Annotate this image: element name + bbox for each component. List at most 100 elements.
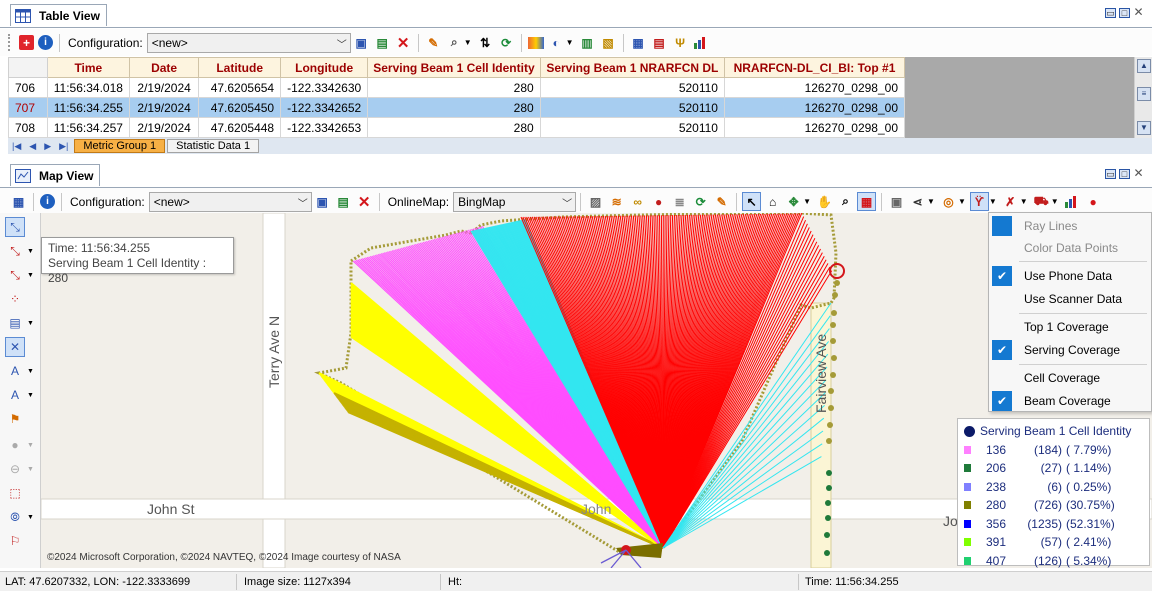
home-icon[interactable]: ⌂ bbox=[764, 193, 781, 210]
table-row-selected[interactable]: 707 11:56:34.255 2/19/2024 47.6205450 -1… bbox=[8, 97, 906, 118]
chevron-down-icon[interactable]: ▼ bbox=[927, 197, 935, 206]
grid-icon[interactable]: ▦ bbox=[630, 34, 647, 51]
side-tool[interactable]: ⬚ bbox=[6, 483, 36, 503]
side-tool[interactable]: ⚐ bbox=[6, 531, 36, 551]
map-pin-icon[interactable]: ● bbox=[1085, 193, 1102, 210]
column-header[interactable]: Time bbox=[46, 57, 130, 78]
add-icon[interactable]: + bbox=[19, 35, 34, 50]
chevron-down-icon[interactable]: ▼ bbox=[566, 38, 574, 47]
save-icon[interactable]: ▣ bbox=[314, 193, 331, 210]
menu-item-ray-lines[interactable]: Ray Lines bbox=[989, 215, 1151, 237]
maximize-button[interactable]: □ bbox=[1119, 8, 1130, 18]
date-cell[interactable]: 2/19/2024 bbox=[128, 117, 200, 138]
nrarfcn-cell[interactable]: 520110 bbox=[539, 97, 725, 118]
first-sheet-icon[interactable]: |◀ bbox=[12, 141, 21, 152]
toolbar-grip[interactable] bbox=[8, 34, 11, 51]
image-icon[interactable]: ▨ bbox=[587, 193, 604, 210]
time-cell[interactable]: 11:56:34.255 bbox=[46, 97, 130, 118]
nrarfcn-cell[interactable]: 520110 bbox=[539, 117, 725, 138]
chevron-down-icon[interactable]: ▼ bbox=[27, 368, 34, 375]
side-tool[interactable]: A ▼ bbox=[6, 385, 36, 405]
chevron-down-icon[interactable]: ▼ bbox=[27, 248, 34, 255]
cell-identity-cell[interactable]: 280 bbox=[367, 77, 541, 98]
column-header[interactable]: Date bbox=[128, 57, 200, 78]
table-row[interactable]: 708 11:56:34.257 2/19/2024 47.6205448 -1… bbox=[8, 117, 906, 138]
refresh-icon[interactable]: ⟳ bbox=[692, 193, 709, 210]
row-number[interactable]: 706 bbox=[8, 77, 48, 98]
table-view-tab[interactable]: Table View bbox=[10, 4, 107, 26]
chevron-down-icon[interactable]: ▼ bbox=[27, 514, 34, 521]
chevron-down-icon[interactable]: ▼ bbox=[1020, 197, 1028, 206]
latitude-cell[interactable]: 47.6205654 bbox=[198, 77, 282, 98]
zoom-search-icon[interactable]: ⌕ bbox=[837, 193, 854, 210]
menu-item-use-phone-data[interactable]: ✔ Use Phone Data bbox=[989, 265, 1151, 287]
side-tool[interactable]: ⦾ ▼ bbox=[6, 507, 36, 527]
chevron-down-icon[interactable]: ▼ bbox=[803, 197, 811, 206]
menu-item-cell-coverage[interactable]: Cell Coverage bbox=[989, 367, 1151, 389]
measure-icon[interactable]: ▣ bbox=[888, 193, 905, 210]
save-icon[interactable]: ▣ bbox=[353, 34, 370, 51]
menu-item-serving-coverage[interactable]: ✔ Serving Coverage bbox=[989, 339, 1151, 361]
time-cell[interactable]: 11:56:34.018 bbox=[46, 77, 130, 98]
sheet-tab-statistic-data[interactable]: Statistic Data 1 bbox=[167, 139, 260, 153]
longitude-cell[interactable]: -122.3342630 bbox=[280, 77, 369, 98]
delete-icon[interactable]: ✕ bbox=[395, 34, 412, 52]
grid-icon[interactable]: ▦ bbox=[10, 193, 27, 210]
top1-cell[interactable]: 126270_0298_00 bbox=[723, 117, 906, 138]
row-number[interactable]: 707 bbox=[8, 97, 48, 118]
import-icon[interactable]: ▧ bbox=[600, 34, 617, 51]
top1-cell[interactable]: 126270_0298_00 bbox=[723, 77, 906, 98]
time-cell[interactable]: 11:56:34.257 bbox=[46, 117, 130, 138]
globe-icon[interactable]: ◐ bbox=[548, 34, 565, 51]
scroll-up-icon[interactable]: ▲ bbox=[1137, 59, 1151, 73]
sheet-tab-metric-group[interactable]: Metric Group 1 bbox=[74, 139, 166, 153]
save-as-icon[interactable]: ▤ bbox=[374, 34, 391, 51]
side-tool[interactable]: ⤡ ▼ bbox=[6, 265, 36, 285]
chevron-down-icon[interactable]: ▼ bbox=[958, 197, 966, 206]
latitude-cell[interactable]: 47.6205448 bbox=[198, 117, 282, 138]
edit-columns-icon[interactable]: ✎ bbox=[425, 34, 442, 51]
table-scrollbar[interactable]: ▲ ≡ ▼ bbox=[1134, 57, 1152, 138]
scroll-thumb[interactable]: ≡ bbox=[1137, 87, 1151, 101]
row-number[interactable]: 708 bbox=[8, 117, 48, 138]
column-header[interactable]: Longitude bbox=[280, 57, 369, 78]
side-tool[interactable]: ⁘ bbox=[6, 289, 36, 309]
online-map-select[interactable]: BingMap ﹀ bbox=[453, 191, 577, 212]
stack-icon[interactable]: ≣ bbox=[671, 193, 688, 210]
sort-icon[interactable]: ⇅ bbox=[477, 34, 494, 51]
bar-chart-icon[interactable] bbox=[693, 34, 710, 51]
nrarfcn-cell[interactable]: 520110 bbox=[539, 77, 725, 98]
latitude-cell[interactable]: 47.6205450 bbox=[198, 97, 282, 118]
column-header[interactable]: NRARFCN-DL_CI_BI: Top #1 bbox=[723, 57, 906, 78]
chevron-down-icon[interactable]: ▼ bbox=[989, 197, 997, 206]
ray-lines-icon[interactable]: ϔ bbox=[969, 192, 989, 211]
chevron-down-icon[interactable]: ▼ bbox=[27, 320, 34, 327]
delete-icon[interactable]: ✕ bbox=[356, 193, 373, 211]
chevron-down-icon[interactable]: ▼ bbox=[27, 272, 34, 279]
chevron-down-icon[interactable]: ▼ bbox=[1051, 197, 1059, 206]
column-header[interactable]: Serving Beam 1 Cell Identity bbox=[367, 57, 541, 78]
row-number-header[interactable] bbox=[8, 57, 48, 78]
info-icon[interactable]: i bbox=[40, 194, 55, 209]
configuration-select[interactable]: <new> ﹀ bbox=[146, 32, 351, 53]
column-header[interactable]: Serving Beam 1 NRARFCN DL bbox=[539, 57, 725, 78]
antenna-icon[interactable]: Ψ bbox=[672, 34, 689, 51]
link-icon[interactable]: ∞ bbox=[629, 193, 646, 210]
scroll-down-icon[interactable]: ▼ bbox=[1137, 121, 1151, 135]
side-tool[interactable]: ⤡ bbox=[5, 217, 36, 237]
edit-icon[interactable]: ✎ bbox=[713, 193, 730, 210]
vehicle-icon[interactable]: ⛟ bbox=[1033, 193, 1050, 210]
side-tool[interactable]: ✕ bbox=[5, 337, 36, 357]
color-map-icon[interactable] bbox=[527, 36, 544, 49]
side-tool[interactable]: ▤ ▼ bbox=[6, 313, 36, 333]
last-sheet-icon[interactable]: ▶| bbox=[59, 141, 68, 152]
table-settings-icon[interactable]: ▤ bbox=[651, 34, 668, 51]
paint-icon[interactable]: ● bbox=[650, 193, 667, 210]
longitude-cell[interactable]: -122.3342652 bbox=[280, 97, 369, 118]
restore-button[interactable]: ▭ bbox=[1105, 8, 1116, 18]
search-filter-icon[interactable]: ⌕ bbox=[446, 34, 463, 51]
zoom-extent-icon[interactable]: ✥ bbox=[785, 193, 802, 210]
bar-chart-icon[interactable] bbox=[1064, 193, 1081, 210]
cell-identity-cell[interactable]: 280 bbox=[367, 97, 541, 118]
menu-item-color-data-points[interactable]: Color Data Points bbox=[989, 237, 1151, 259]
